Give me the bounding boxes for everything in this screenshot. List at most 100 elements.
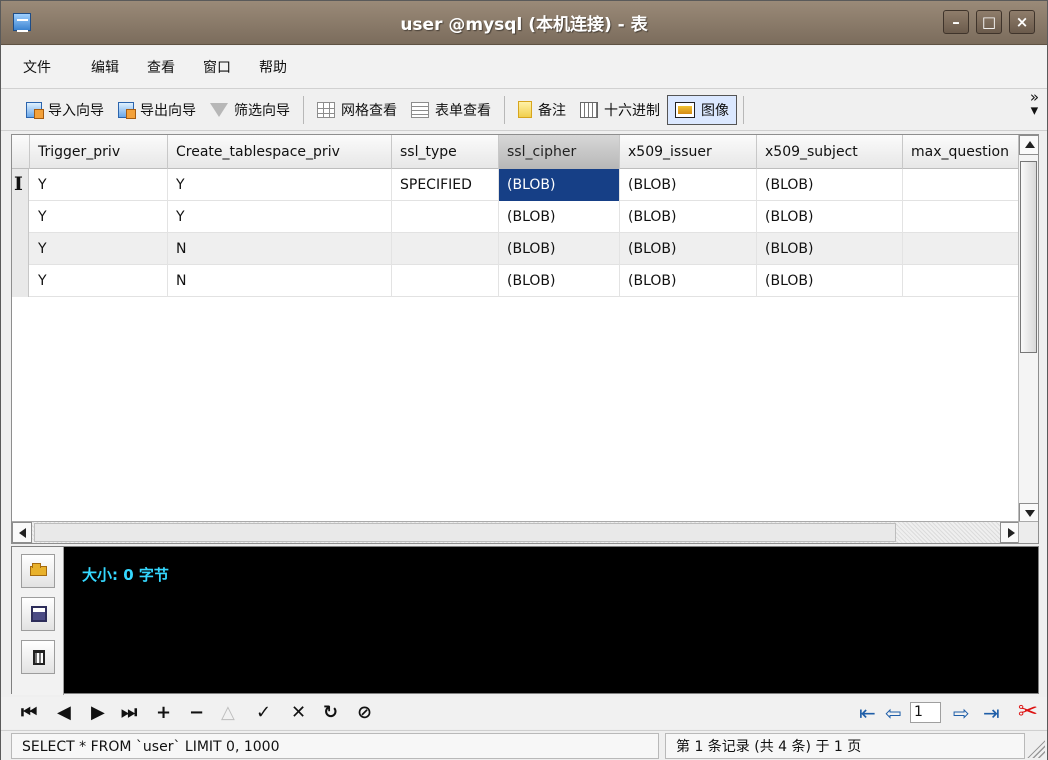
- previous-page-icon[interactable]: ⇦: [885, 703, 902, 723]
- scroll-down-button[interactable]: [1019, 503, 1038, 523]
- table-cell[interactable]: Y: [30, 265, 168, 297]
- export-wizard-button[interactable]: 导出向导: [111, 95, 203, 125]
- last-record-icon[interactable]: ⏭: [121, 703, 137, 723]
- maximize-icon[interactable]: □: [976, 10, 1002, 34]
- image-button[interactable]: 图像: [667, 94, 737, 125]
- column-header-max-question[interactable]: max_question: [903, 135, 1020, 169]
- next-page-icon[interactable]: ⇨: [953, 703, 970, 723]
- refresh-icon[interactable]: ↻: [323, 703, 338, 723]
- table-cell[interactable]: (BLOB): [757, 201, 903, 233]
- horizontal-scrollbar[interactable]: [12, 521, 1020, 543]
- toolbar-more-button[interactable]: » ▾: [1030, 90, 1039, 118]
- delete-record-icon[interactable]: −: [189, 703, 204, 723]
- first-page-icon[interactable]: ⇤: [859, 703, 876, 723]
- scroll-left-button[interactable]: [12, 522, 32, 543]
- table-cell[interactable]: [903, 265, 1020, 297]
- table-row[interactable]: I Y Y SPECIFIED (BLOB) (BLOB) (BLOB): [12, 169, 1020, 201]
- table-cell[interactable]: (BLOB): [499, 233, 620, 265]
- horizontal-scroll-thumb[interactable]: [34, 523, 896, 542]
- table-cell[interactable]: (BLOB): [620, 265, 757, 297]
- first-record-icon[interactable]: ⏮: [21, 703, 37, 723]
- save-blob-button[interactable]: [21, 597, 55, 631]
- table-row[interactable]: Y N (BLOB) (BLOB) (BLOB): [12, 265, 1020, 297]
- table-cell[interactable]: (BLOB): [757, 233, 903, 265]
- table-cell[interactable]: (BLOB): [620, 233, 757, 265]
- table-cell[interactable]: (BLOB): [757, 265, 903, 297]
- status-bar: SELECT * FROM `user` LIMIT 0, 1000 第 1 条…: [1, 730, 1047, 760]
- selected-table-cell[interactable]: (BLOB): [499, 169, 620, 201]
- menu-help[interactable]: 帮助: [245, 46, 301, 88]
- menu-file[interactable]: 文件: [1, 46, 65, 88]
- form-view-button[interactable]: 表单查看: [404, 95, 498, 125]
- column-header-ssl-type[interactable]: ssl_type: [392, 135, 499, 169]
- scroll-up-button[interactable]: [1019, 135, 1038, 155]
- open-blob-button[interactable]: [21, 554, 55, 588]
- page-number-input[interactable]: 1: [910, 702, 941, 723]
- table-cell[interactable]: [903, 201, 1020, 233]
- hex-label: 十六进制: [604, 102, 660, 119]
- table-cell[interactable]: Y: [168, 201, 392, 233]
- arrow-up-icon: [1025, 141, 1035, 148]
- row-indicator[interactable]: [12, 233, 29, 265]
- table-cell[interactable]: Y: [168, 169, 392, 201]
- next-record-icon[interactable]: ▶: [91, 703, 105, 723]
- table-cell[interactable]: (BLOB): [620, 169, 757, 201]
- column-header-x509-issuer[interactable]: x509_issuer: [620, 135, 757, 169]
- menu-edit[interactable]: 编辑: [65, 46, 133, 88]
- scroll-right-button[interactable]: [1000, 522, 1020, 543]
- row-indicator[interactable]: [12, 201, 29, 233]
- table-cell[interactable]: SPECIFIED: [392, 169, 499, 201]
- title-bar[interactable]: user @mysql (本机连接) - 表 – □ ×: [1, 1, 1047, 45]
- menu-window[interactable]: 窗口: [189, 46, 245, 88]
- table-cell[interactable]: [392, 233, 499, 265]
- vertical-scroll-thumb[interactable]: [1020, 161, 1037, 353]
- stop-icon[interactable]: ⊘: [357, 703, 372, 723]
- blob-size-label: 大小: 0 字节: [82, 566, 169, 584]
- table-cell[interactable]: [392, 201, 499, 233]
- table-cell[interactable]: [903, 169, 1020, 201]
- note-button[interactable]: 备注: [511, 95, 573, 125]
- previous-record-icon[interactable]: ◀: [57, 703, 71, 723]
- import-wizard-button[interactable]: 导入向导: [19, 95, 111, 125]
- table-cell[interactable]: (BLOB): [757, 169, 903, 201]
- close-icon[interactable]: ×: [1009, 10, 1035, 34]
- table-row[interactable]: Y N (BLOB) (BLOB) (BLOB): [12, 233, 1020, 265]
- confirm-icon[interactable]: ✓: [256, 703, 271, 723]
- grid-view-button[interactable]: 网格查看: [310, 95, 404, 125]
- table-cell[interactable]: Y: [30, 233, 168, 265]
- row-indicator[interactable]: [12, 265, 29, 297]
- table-cell[interactable]: [903, 233, 1020, 265]
- vertical-scrollbar[interactable]: [1018, 135, 1038, 523]
- cancel-icon[interactable]: ✕: [291, 703, 306, 723]
- toolbar-separator: [743, 95, 744, 124]
- menu-view[interactable]: 查看: [133, 46, 189, 88]
- column-header-ssl-cipher[interactable]: ssl_cipher: [499, 135, 620, 169]
- edit-record-icon: △: [221, 702, 235, 723]
- table-cell[interactable]: N: [168, 233, 392, 265]
- last-page-icon[interactable]: ⇥: [983, 703, 1000, 723]
- minimize-icon[interactable]: –: [943, 10, 969, 34]
- resize-grip-icon[interactable]: [1027, 740, 1045, 758]
- table-row[interactable]: Y Y (BLOB) (BLOB) (BLOB): [12, 201, 1020, 233]
- grid-view-icon: [317, 101, 335, 118]
- tools-icon[interactable]: ✂: [1018, 699, 1038, 723]
- import-wizard-label: 导入向导: [48, 102, 104, 119]
- filter-wizard-button[interactable]: 筛选向导: [203, 95, 297, 125]
- table-cell[interactable]: (BLOB): [499, 201, 620, 233]
- table-cell[interactable]: Y: [30, 169, 168, 201]
- column-header-x509-subject[interactable]: x509_subject: [757, 135, 903, 169]
- column-header-create-tablespace-priv[interactable]: Create_tablespace_priv: [168, 135, 392, 169]
- add-record-icon[interactable]: +: [156, 703, 171, 723]
- blob-editor-panel[interactable]: 大小: 0 字节: [11, 546, 1039, 695]
- table-cell[interactable]: [392, 265, 499, 297]
- clear-blob-button[interactable]: [21, 640, 55, 674]
- data-grid[interactable]: Trigger_priv Create_tablespace_priv ssl_…: [11, 134, 1039, 544]
- table-cell[interactable]: (BLOB): [499, 265, 620, 297]
- row-indicator[interactable]: I: [12, 169, 29, 201]
- table-cell[interactable]: (BLOB): [620, 201, 757, 233]
- table-cell[interactable]: Y: [30, 201, 168, 233]
- column-header-trigger-priv[interactable]: Trigger_priv: [30, 135, 168, 169]
- hex-button[interactable]: 十六进制: [573, 95, 667, 125]
- table-cell[interactable]: N: [168, 265, 392, 297]
- arrow-down-icon: [1025, 510, 1035, 517]
